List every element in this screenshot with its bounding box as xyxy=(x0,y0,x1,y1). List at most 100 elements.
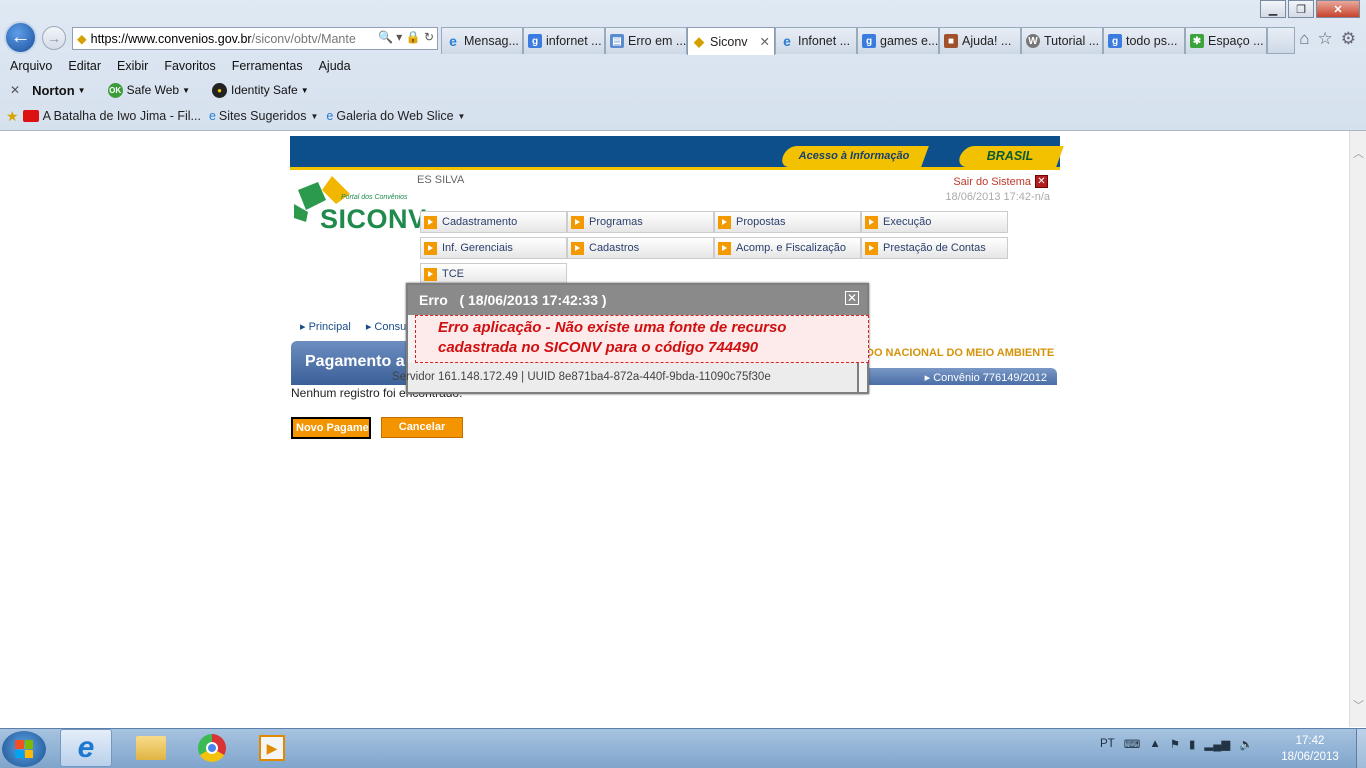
url-path: /siconv/obtv/Mante xyxy=(251,31,356,46)
new-payment-button[interactable]: Novo Pagame xyxy=(291,417,371,439)
error-message-line2: cadastrada no SICONV para o código 74449… xyxy=(438,339,759,356)
menu-cadastramento[interactable]: Cadastramento xyxy=(420,211,567,233)
chevron-down-icon[interactable]: ▼ xyxy=(310,112,318,121)
cancel-button[interactable]: Cancelar xyxy=(381,417,463,438)
box-icon: ■ xyxy=(944,34,958,48)
show-hidden-icons-icon[interactable]: ▲ xyxy=(1149,738,1160,750)
menu-cadastros[interactable]: Cadastros xyxy=(567,237,714,259)
scroll-down-icon[interactable]: ﹀ xyxy=(1353,697,1364,713)
organization-name: DO NACIONAL DO MEIO AMBIENTE xyxy=(866,347,1055,359)
tab[interactable]: e Infonet ... xyxy=(775,27,857,54)
taskbar-chrome[interactable] xyxy=(186,729,238,767)
system-tray: PT ⌨ ▲ ⚑ ▮ ▂▄▆ 🔈 xyxy=(1100,737,1254,751)
tab-active[interactable]: ◆ Siconv ✕ xyxy=(687,27,775,55)
close-toolbar-icon[interactable]: ✕ xyxy=(10,83,20,97)
back-button[interactable]: ← xyxy=(4,21,37,54)
menu-tce[interactable]: TCE xyxy=(420,263,567,285)
home-icon[interactable]: ⌂ xyxy=(1299,29,1309,49)
new-tab-button[interactable] xyxy=(1267,27,1295,54)
volume-icon[interactable]: 🔈 xyxy=(1239,737,1253,751)
language-indicator[interactable]: PT xyxy=(1100,738,1115,750)
norton-logo[interactable]: Norton xyxy=(32,83,75,98)
menu-label: Inf. Gerenciais xyxy=(442,242,513,254)
tab[interactable]: ■ Ajuda! ... xyxy=(939,27,1021,54)
gov-banner: Acesso à Informação BRASIL xyxy=(290,136,1064,170)
folder-icon xyxy=(136,736,166,760)
favorite-link-iwo-jima[interactable]: A Batalha de Iwo Jima - Fil... xyxy=(43,109,201,123)
network-signal-icon[interactable]: ▂▄▆ xyxy=(1204,737,1230,751)
siconv-logo[interactable]: Portal dos Convênios SICONV xyxy=(292,174,426,238)
brasil-logo[interactable]: BRASIL xyxy=(956,146,1064,167)
identity-safe-button[interactable]: Identity Safe xyxy=(231,83,298,97)
chevron-down-icon[interactable]: ▼ xyxy=(182,86,190,95)
tab-label: Erro em ... xyxy=(628,34,687,48)
close-dialog-button[interactable]: ✕ xyxy=(845,291,859,305)
menu-exibir[interactable]: Exibir xyxy=(117,55,148,77)
menu-arquivo[interactable]: Arquivo xyxy=(10,55,52,77)
start-button[interactable] xyxy=(2,731,46,767)
battery-icon[interactable]: ▮ xyxy=(1189,737,1195,751)
favorites-star-icon[interactable]: ☆ xyxy=(1318,29,1333,49)
menu-label: Prestação de Contas xyxy=(883,242,986,254)
url-scheme: https:// xyxy=(90,31,129,46)
tab[interactable]: W Tutorial ... xyxy=(1021,27,1103,54)
tab[interactable]: e Mensag... xyxy=(441,27,523,54)
scroll-up-icon[interactable]: ︿ xyxy=(1353,145,1364,161)
arrow-right-icon xyxy=(424,241,437,255)
address-bar-tools[interactable]: 🔍 ▾ 🔒 ↻ xyxy=(374,30,434,44)
google-icon: g xyxy=(1108,34,1122,48)
tab[interactable]: g todo ps... xyxy=(1103,27,1185,54)
close-tab-icon[interactable]: ✕ xyxy=(760,34,770,49)
favorites-star-icon[interactable]: ★ xyxy=(6,108,19,125)
tab[interactable]: ✱ Espaço ... xyxy=(1185,27,1267,54)
acesso-informacao-link[interactable]: Acesso à Informação xyxy=(779,146,929,167)
menu-programas[interactable]: Programas xyxy=(567,211,714,233)
safe-web-button[interactable]: Safe Web xyxy=(127,83,179,97)
action-center-flag-icon[interactable]: ⚑ xyxy=(1170,737,1180,751)
tools-gear-icon[interactable]: ⚙ xyxy=(1341,29,1356,49)
minimize-button[interactable]: ▁ xyxy=(1260,0,1286,18)
logout-link[interactable]: Sair do Sistema ✕ xyxy=(953,175,1048,188)
chevron-down-icon[interactable]: ▼ xyxy=(78,86,86,95)
acesso-informacao-label: Acesso à Informação xyxy=(798,150,910,162)
close-window-button[interactable]: ✕ xyxy=(1316,0,1360,18)
google-icon: g xyxy=(528,34,542,48)
chevron-down-icon[interactable]: ▼ xyxy=(301,86,309,95)
tab[interactable]: g infornet ... xyxy=(523,27,605,54)
menu-favoritos[interactable]: Favoritos xyxy=(164,55,215,77)
arrow-right-icon xyxy=(424,215,437,229)
windows-logo-icon xyxy=(15,740,33,758)
tab-label: Ajuda! ... xyxy=(962,34,1012,48)
tab[interactable]: g games e... xyxy=(857,27,939,54)
taskbar-clock[interactable]: 17:42 18/06/2013 xyxy=(1270,733,1350,765)
close-icon: ✕ xyxy=(1035,175,1048,188)
menu-inf-gerenciais[interactable]: Inf. Gerenciais xyxy=(420,237,567,259)
favorite-web-slice-gallery[interactable]: Galeria do Web Slice xyxy=(336,109,453,123)
tab[interactable]: ▤ Erro em ... xyxy=(605,27,687,54)
show-desktop-button[interactable] xyxy=(1356,729,1366,768)
vertical-scrollbar[interactable]: ︿ ﹀ xyxy=(1349,131,1366,727)
menu-prestacao-contas[interactable]: Prestação de Contas xyxy=(861,237,1008,259)
menu-bar: Arquivo Editar Exibir Favoritos Ferramen… xyxy=(0,55,367,77)
taskbar-explorer[interactable] xyxy=(125,729,177,767)
breadcrumb-principal[interactable]: ▸ Principal xyxy=(300,321,357,333)
taskbar-ie[interactable]: e xyxy=(60,729,112,767)
menu-ferramentas[interactable]: Ferramentas xyxy=(232,55,303,77)
wordpress-icon: W xyxy=(1026,34,1040,48)
chevron-down-icon[interactable]: ▼ xyxy=(458,112,466,121)
keyboard-icon[interactable]: ⌨ xyxy=(1124,737,1141,751)
convenio-link[interactable]: ▸ Convênio 776149/2012 xyxy=(860,368,1057,385)
favorite-sites-sugeridos[interactable]: Sites Sugeridos xyxy=(219,109,307,123)
taskbar-media-player[interactable]: ▶ xyxy=(246,729,298,767)
address-bar[interactable]: ◆ https://www.convenios.gov.br/siconv/ob… xyxy=(72,27,438,50)
menu-execucao[interactable]: Execução xyxy=(861,211,1008,233)
menu-acomp-fiscalizacao[interactable]: Acomp. e Fiscalização xyxy=(714,237,861,259)
menu-editar[interactable]: Editar xyxy=(68,55,101,77)
menu-ajuda[interactable]: Ajuda xyxy=(319,55,351,77)
dialog-title: Erro ( 18/06/2013 17:42:33 ) xyxy=(408,285,867,315)
menu-propostas[interactable]: Propostas xyxy=(714,211,861,233)
forward-button[interactable]: → xyxy=(42,26,66,50)
maximize-button[interactable]: ❐ xyxy=(1288,0,1314,18)
url-host: www.convenios.gov.br xyxy=(128,31,252,46)
siconv-favicon-icon: ◆ xyxy=(77,32,87,46)
